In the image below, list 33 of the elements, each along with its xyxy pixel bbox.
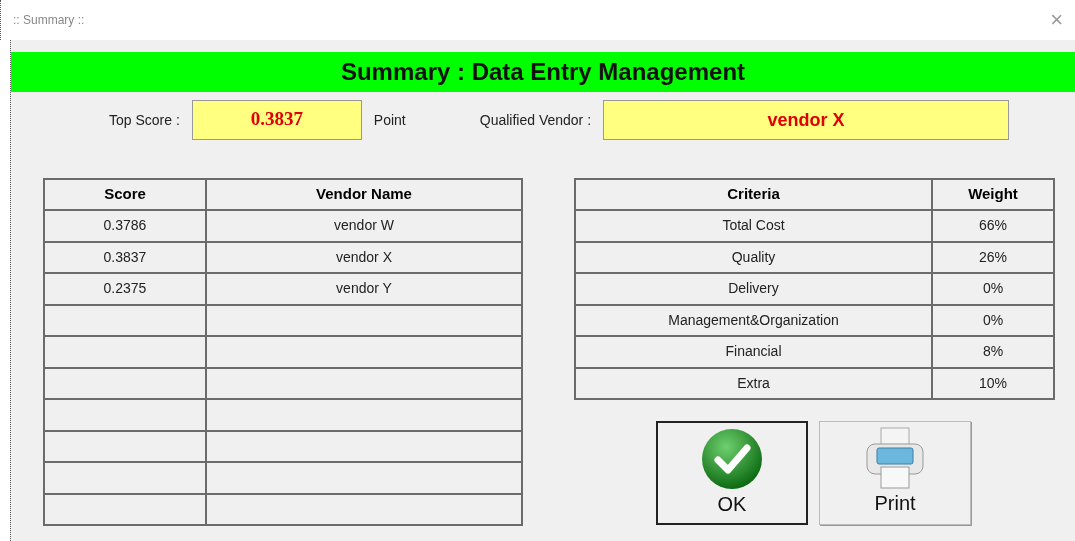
table-cell: 0% [932,273,1054,305]
column-header: Weight [932,179,1054,210]
qualified-vendor-field: vendor X [603,100,1010,140]
printer-icon [864,427,926,489]
table-cell: Total Cost [575,210,932,242]
table-cell: Financial [575,336,932,368]
table-cell: 0% [932,304,1054,336]
window-title: :: Summary :: [13,12,85,29]
table-cell: 8% [932,336,1054,368]
top-score-label: Top Score : [109,110,180,130]
qualified-vendor-label: Qualified Vendor : [479,110,592,130]
table-cell: 0.3786 [44,210,206,242]
table-cell: vendor Y [206,273,522,305]
table-cell: Delivery [575,273,932,305]
checkmark-icon [701,428,763,490]
top-score-field: 0.3837 [191,100,362,140]
table-cell: Extra [575,367,932,399]
table-cell: 0.2375 [44,273,206,305]
table-cell: 26% [932,241,1054,273]
print-button[interactable]: Print [819,421,971,525]
ok-button[interactable]: OK [656,421,808,525]
table-cell: 0.3837 [44,241,206,273]
table-cell: Quality [575,241,932,273]
table-cell: vendor W [206,210,522,242]
table-cell: 10% [932,367,1054,399]
column-header: Criteria [575,179,932,210]
summary-banner: Summary : Data Entry Management [11,52,1075,92]
table-cell: Management&Organization [575,304,932,336]
table-cell: vendor X [206,241,522,273]
point-label: Point [373,110,406,130]
column-header: Vendor Name [206,179,522,210]
column-header: Score [44,179,206,210]
table-cell: 66% [932,210,1054,242]
